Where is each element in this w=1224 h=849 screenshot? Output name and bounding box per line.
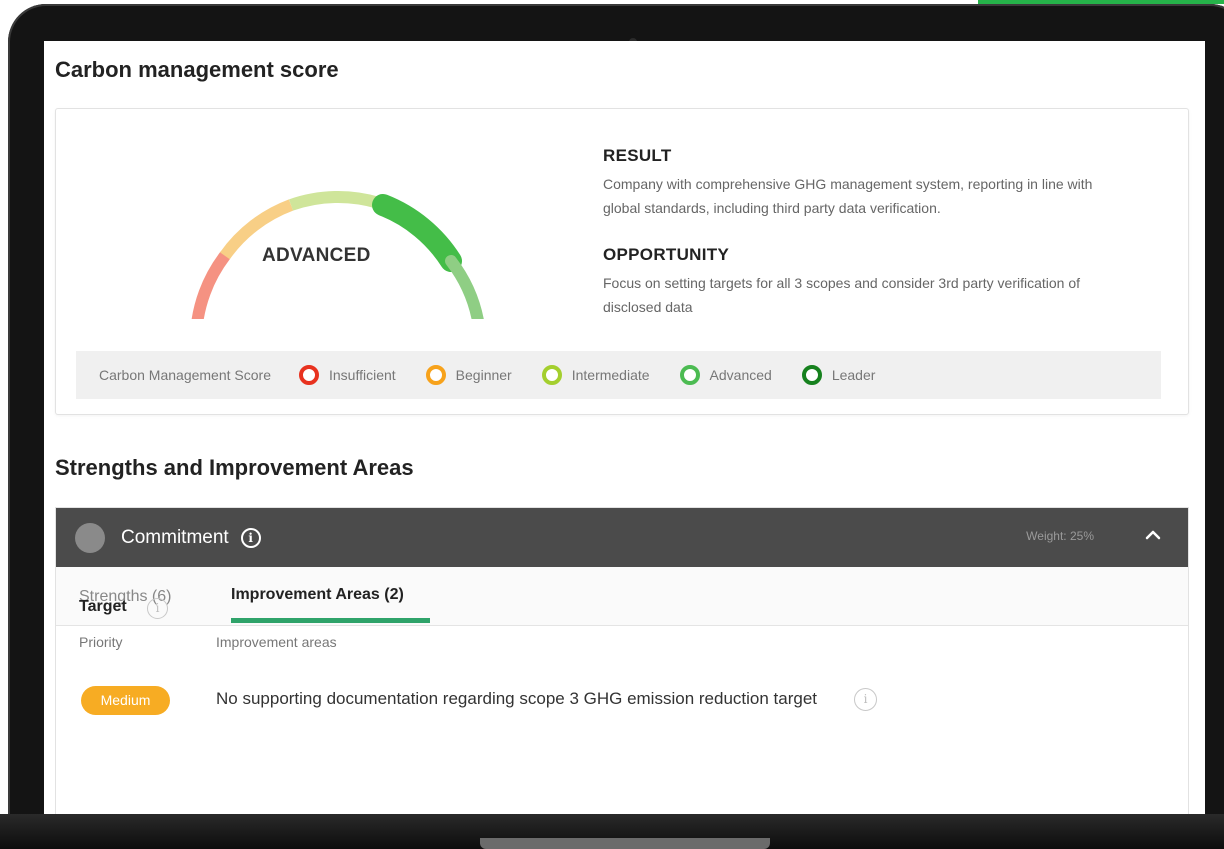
column-header-improvement-areas: Improvement areas	[216, 634, 337, 650]
result-title: RESULT	[603, 146, 672, 165]
gauge-segment-leader	[445, 255, 484, 319]
insufficient-dot-icon	[299, 365, 319, 385]
legend-title: Carbon Management Score	[99, 367, 271, 383]
legend-item-intermediate: Intermediate	[541, 365, 650, 385]
target-heading: Target	[79, 598, 127, 615]
gauge-segment-intermediate	[289, 191, 381, 211]
app-screen: Carbon management score ADVANCED RESULT …	[44, 41, 1205, 814]
page-title: Carbon management score	[55, 57, 339, 82]
category-title: Commitment	[121, 526, 229, 548]
advanced-dot-icon	[679, 365, 700, 385]
commitment-header[interactable]: Commitment i Weight: 25%	[56, 508, 1188, 567]
opportunity-block: OPPORTUNITY Focus on setting targets for…	[603, 245, 1123, 319]
intermediate-dot-icon	[541, 365, 562, 385]
legend-item-leader: Leader	[801, 365, 876, 385]
legend-label: Insufficient	[329, 367, 396, 383]
column-header-priority: Priority	[79, 634, 123, 650]
opportunity-text: Focus on setting targets for all 3 scope…	[603, 275, 1081, 315]
info-icon[interactable]: i	[854, 688, 877, 711]
info-icon[interactable]: i	[240, 527, 261, 548]
section-title: Strengths and Improvement Areas	[55, 455, 414, 480]
score-legend: Carbon Management Score Insufficient Beg…	[76, 351, 1161, 399]
gauge-level-label: ADVANCED	[262, 245, 371, 266]
laptop-hinge-notch	[480, 838, 770, 849]
commitment-panel: Commitment i Weight: 25% Strengths (6) I…	[55, 507, 1189, 814]
improvement-area-text: No supporting documentation regarding sc…	[216, 689, 818, 708]
legend-item-advanced: Advanced	[679, 365, 772, 385]
result-text: Company with comprehensive GHG managemen…	[603, 176, 1093, 216]
category-avatar	[75, 522, 105, 553]
legend-label: Advanced	[709, 367, 772, 383]
legend-label: Leader	[831, 367, 876, 383]
info-icon[interactable]: i	[147, 598, 168, 619]
active-tab-indicator	[231, 618, 430, 623]
legend-item-insufficient: Insufficient	[299, 365, 396, 385]
tab-bar: Strengths (6) Improvement Areas (2)	[56, 567, 1188, 626]
chevron-up-icon[interactable]	[1144, 526, 1162, 544]
score-gauge	[191, 191, 484, 319]
priority-badge: Medium	[81, 686, 170, 715]
gauge-segment-insufficient	[191, 249, 231, 319]
legend-label: Beginner	[455, 367, 512, 383]
legend-label: Intermediate	[571, 367, 650, 383]
opportunity-title: OPPORTUNITY	[603, 245, 730, 264]
beginner-dot-icon	[425, 365, 446, 385]
tab-improvement-areas[interactable]: Improvement Areas (2)	[231, 586, 404, 604]
leader-dot-icon	[801, 365, 822, 385]
gauge-segment-advanced	[372, 194, 462, 272]
score-card: ADVANCED RESULT Company with comprehensi…	[55, 108, 1189, 415]
result-block: RESULT Company with comprehensive GHG ma…	[603, 146, 1123, 220]
legend-item-beginner: Beginner	[425, 365, 512, 385]
weight-label: Weight: 25%	[1026, 529, 1094, 543]
